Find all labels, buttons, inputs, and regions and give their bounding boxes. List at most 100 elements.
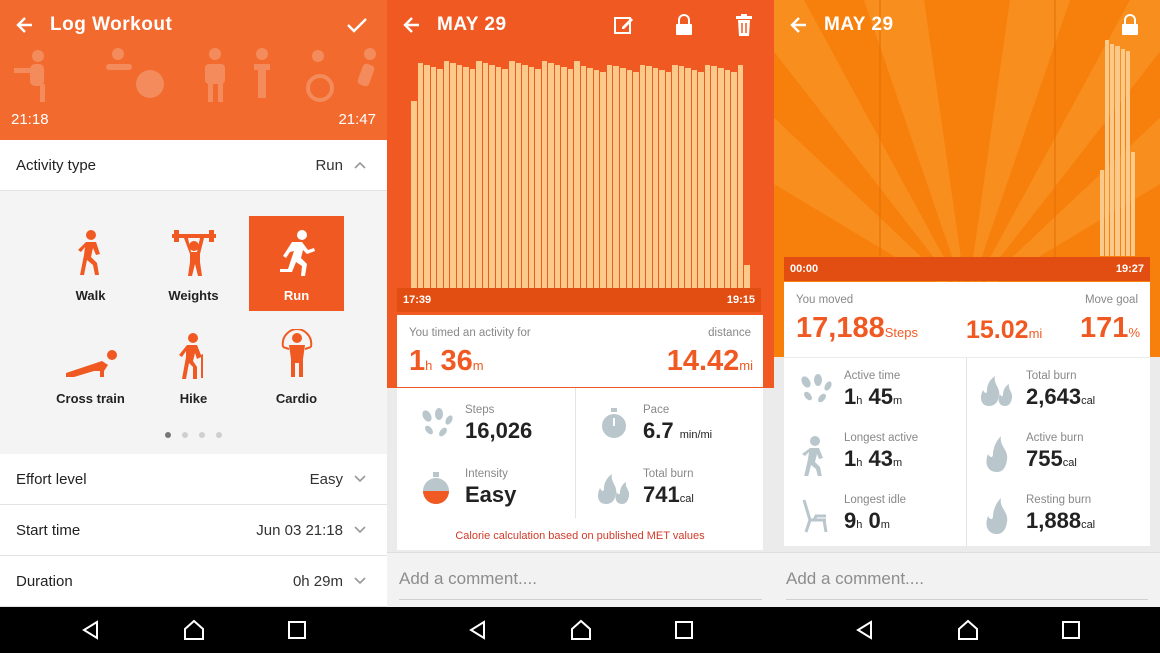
back-button[interactable]	[774, 0, 824, 50]
activity-bar	[456, 64, 463, 288]
lock-button[interactable]	[654, 0, 714, 50]
back-arrow-icon	[16, 17, 32, 33]
activity-bar	[450, 62, 456, 288]
step-bar-chart	[1100, 40, 1136, 256]
activity-run[interactable]: Run	[249, 216, 344, 311]
nav-recents-icon[interactable]	[1061, 621, 1080, 639]
chart-start-time: 17:39	[403, 294, 432, 306]
activity-bar	[574, 61, 580, 288]
goal-label: Move goal	[1084, 294, 1138, 306]
back-arrow-icon	[403, 17, 419, 33]
activity-bar	[430, 66, 437, 288]
activity-cardio[interactable]: Cardio	[249, 319, 344, 414]
activity-detail-screen: 17:39 19:15 MAY 29 You timed an activity…	[387, 0, 774, 607]
end-time-label: 21:47	[338, 111, 376, 128]
calorie-note: Calorie calculation based on published M…	[455, 530, 705, 542]
nav-back-icon[interactable]	[81, 620, 101, 640]
nav-home-icon[interactable]	[570, 619, 592, 641]
activity-label: Cardio	[275, 391, 318, 406]
walk-icon	[77, 230, 100, 275]
activity-bar	[600, 72, 606, 288]
page-indicator[interactable]	[0, 432, 387, 438]
activity-bar	[587, 68, 593, 288]
nav-home-icon[interactable]	[183, 619, 205, 641]
nav-recents-icon[interactable]	[674, 621, 693, 639]
activity-bar	[744, 264, 750, 288]
pace-stat: Pace 6.7 min/mi	[595, 404, 712, 444]
nav-home-icon[interactable]	[957, 619, 979, 641]
lock-icon	[676, 14, 692, 35]
flame-icon	[986, 498, 1008, 534]
system-nav-bar	[0, 607, 1160, 653]
effort-level-row[interactable]: Effort level Easy	[0, 454, 387, 505]
intensity-gauge-icon	[423, 472, 449, 504]
comment-input[interactable]: Add a comment....	[786, 561, 1148, 600]
activity-bar	[548, 62, 554, 288]
page-dot	[165, 432, 171, 438]
edit-button[interactable]	[594, 0, 654, 50]
activity-bar	[593, 70, 600, 288]
active-time-value: 1h 45m	[844, 384, 903, 409]
active-burn-label: Active burn	[1026, 432, 1084, 444]
duration-row[interactable]: Duration 0h 29m	[0, 556, 387, 607]
activity-bar	[633, 72, 639, 288]
total-burn-label: Total burn	[643, 468, 694, 480]
pace-label: Pace	[643, 404, 670, 416]
total-burn-stat: Total burn 2,643cal	[978, 370, 1095, 410]
page-title: MAY 29	[824, 14, 894, 35]
activity-bar	[665, 72, 672, 288]
activity-type-value: Run	[315, 156, 343, 174]
total-burn-value: 2,643cal	[1026, 384, 1096, 409]
activity-walk[interactable]: Walk	[43, 216, 138, 311]
comment-bar: Add a comment....	[774, 552, 1160, 607]
activity-bar	[522, 64, 528, 288]
page-title: Log Workout	[50, 14, 173, 35]
activity-bar	[463, 66, 469, 288]
save-button[interactable]	[327, 0, 387, 50]
activity-weights[interactable]: Weights	[146, 216, 241, 311]
activity-bar	[1120, 48, 1125, 256]
nav-recents-icon[interactable]	[287, 621, 306, 639]
activity-bar	[411, 100, 417, 288]
activity-bar	[482, 62, 489, 288]
check-icon	[347, 18, 367, 33]
steps-total: 17,188Steps	[796, 312, 918, 344]
page-dot	[182, 432, 188, 438]
activity-bar	[704, 64, 711, 288]
day-summary-screen: 00:00 19:27 MAY 29 You moved Move goal 1…	[774, 0, 1160, 607]
chart-time-strip: 17:39 19:15	[397, 288, 761, 312]
activity-bar	[606, 64, 613, 288]
activity-type-label: Activity type	[16, 156, 97, 174]
goal-percent: 171%	[1080, 312, 1140, 344]
back-button[interactable]	[0, 0, 50, 50]
activity-hike[interactable]: Hike	[146, 319, 241, 414]
start-time-label: Start time	[16, 521, 81, 539]
activity-bar	[672, 64, 678, 288]
stopwatch-icon	[602, 408, 626, 438]
activity-cross-train[interactable]: Cross train	[43, 319, 138, 414]
start-time-row[interactable]: Start time Jun 03 21:18	[0, 505, 387, 556]
app-bar: MAY 29	[774, 0, 1160, 50]
activity-bar	[528, 66, 535, 288]
activity-stats-card: Steps 16,026 Pace 6.7 min/mi Intensity E…	[397, 388, 763, 550]
nav-back-icon[interactable]	[855, 620, 875, 640]
total-burn-stat: Total burn 741cal	[595, 468, 694, 508]
lock-icon	[1122, 14, 1138, 35]
lock-button[interactable]	[1100, 0, 1160, 50]
comment-input[interactable]: Add a comment....	[399, 561, 762, 600]
nav-back-icon[interactable]	[468, 620, 488, 640]
activity-bar	[515, 62, 522, 288]
summary-label: You timed an activity for	[409, 327, 531, 339]
distance-total: 15.02mi	[966, 316, 1043, 344]
delete-button[interactable]	[714, 0, 774, 50]
activity-bar	[639, 64, 646, 288]
back-button[interactable]	[387, 0, 437, 50]
sport-silhouettes	[14, 48, 376, 102]
flame-icon	[986, 436, 1008, 472]
activity-type-row[interactable]: Activity type Run	[0, 140, 387, 191]
chair-icon	[802, 499, 828, 533]
start-time-label: 21:18	[11, 111, 49, 128]
active-burn-value: 755cal	[1026, 446, 1077, 471]
longest-idle-value: 9h 0m	[844, 508, 890, 533]
start-time-value: Jun 03 21:18	[256, 521, 343, 539]
